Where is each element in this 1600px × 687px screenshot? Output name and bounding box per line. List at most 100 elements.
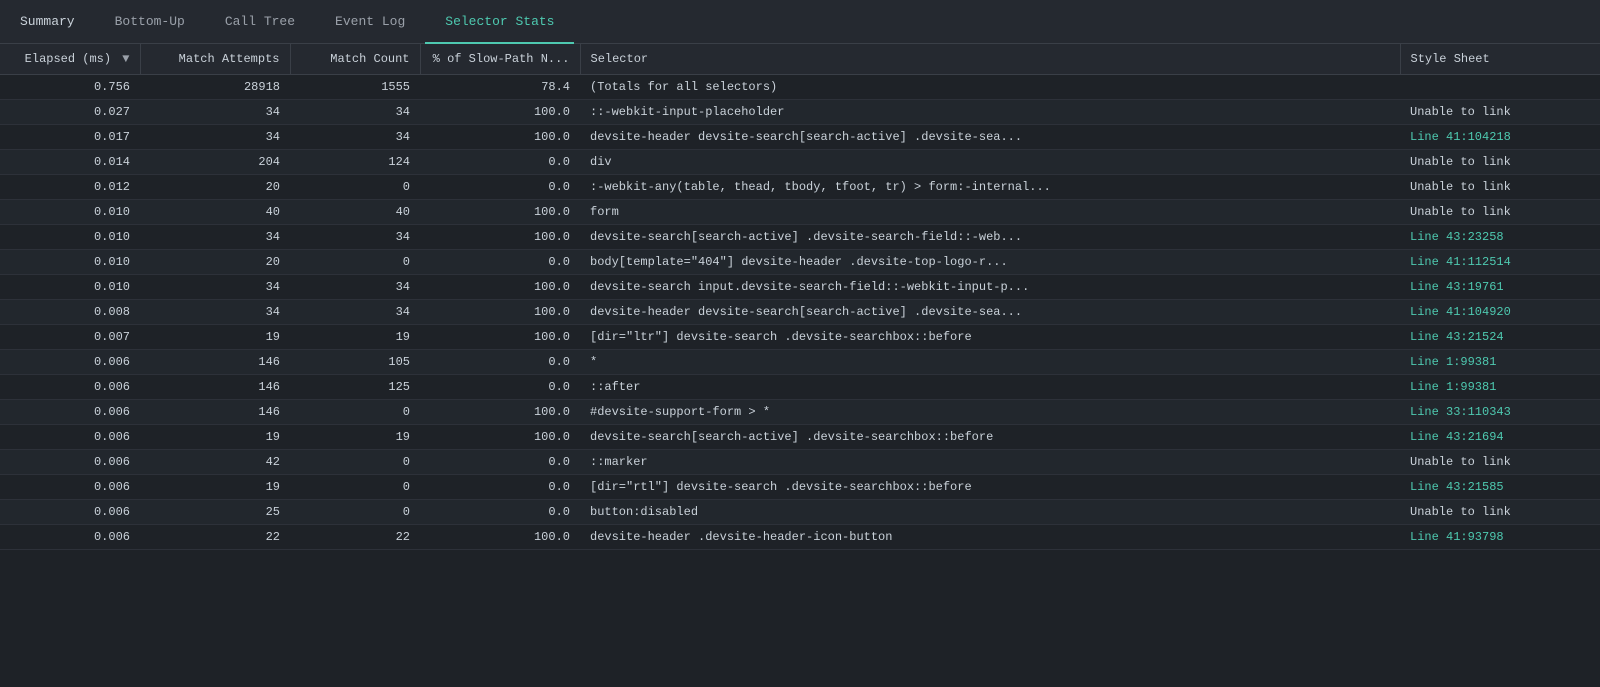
cell-match-count: 0 <box>290 475 420 500</box>
table-row: 0.0062222100.0devsite-header .devsite-he… <box>0 525 1600 550</box>
cell-selector: form <box>580 200 1400 225</box>
col-elapsed-label: Elapsed (ms) <box>25 52 111 66</box>
table-row: 0.0103434100.0devsite-search[search-acti… <box>0 225 1600 250</box>
cell-match-count: 19 <box>290 325 420 350</box>
cell-selector: devsite-search[search-active] .devsite-s… <box>580 225 1400 250</box>
cell-stylesheet: Unable to link <box>1400 100 1600 125</box>
col-header-elapsed[interactable]: Elapsed (ms) ▼ <box>0 44 140 75</box>
cell-stylesheet: Unable to link <box>1400 150 1600 175</box>
cell-selector: devsite-search input.devsite-search-fiel… <box>580 275 1400 300</box>
col-header-slow-path[interactable]: % of Slow-Path N... <box>420 44 580 75</box>
tab-summary[interactable]: Summary <box>0 0 95 44</box>
table-row: 0.0061461250.0::afterLine 1:99381 <box>0 375 1600 400</box>
table-row: 0.0104040100.0formUnable to link <box>0 200 1600 225</box>
tab-call-tree[interactable]: Call Tree <box>205 0 315 44</box>
cell-match-count: 40 <box>290 200 420 225</box>
cell-elapsed: 0.006 <box>0 350 140 375</box>
cell-stylesheet[interactable]: Line 33:110343 <box>1400 400 1600 425</box>
cell-selector: devsite-header devsite-search[search-act… <box>580 300 1400 325</box>
cell-stylesheet: Unable to link <box>1400 200 1600 225</box>
cell-match-attempts: 34 <box>140 225 290 250</box>
cell-stylesheet[interactable]: Line 43:21585 <box>1400 475 1600 500</box>
table-row: 0.0083434100.0devsite-header devsite-sea… <box>0 300 1600 325</box>
tab-summary-label: Summary <box>20 14 75 29</box>
table-body: 0.75628918155578.4(Totals for all select… <box>0 75 1600 550</box>
tab-selector-stats-label: Selector Stats <box>445 14 554 29</box>
cell-selector: (Totals for all selectors) <box>580 75 1400 100</box>
selector-stats-table: Elapsed (ms) ▼ Match Attempts Match Coun… <box>0 44 1600 550</box>
tab-selector-stats[interactable]: Selector Stats <box>425 0 574 44</box>
table-row: 0.0122000.0:-webkit-any(table, thead, tb… <box>0 175 1600 200</box>
cell-match-attempts: 19 <box>140 475 290 500</box>
cell-elapsed: 0.010 <box>0 250 140 275</box>
cell-elapsed: 0.756 <box>0 75 140 100</box>
cell-stylesheet[interactable]: Line 43:21694 <box>1400 425 1600 450</box>
col-slow-path-label: % of Slow-Path N... <box>433 52 570 66</box>
cell-elapsed: 0.006 <box>0 525 140 550</box>
cell-slow-path: 78.4 <box>420 75 580 100</box>
cell-selector: body[template="404"] devsite-header .dev… <box>580 250 1400 275</box>
cell-stylesheet[interactable]: Line 41:104920 <box>1400 300 1600 325</box>
table-row: 0.0064200.0::markerUnable to link <box>0 450 1600 475</box>
cell-match-attempts: 34 <box>140 125 290 150</box>
cell-stylesheet[interactable]: Line 1:99381 <box>1400 350 1600 375</box>
cell-stylesheet[interactable]: Line 43:23258 <box>1400 225 1600 250</box>
cell-match-attempts: 19 <box>140 425 290 450</box>
cell-elapsed: 0.006 <box>0 400 140 425</box>
cell-stylesheet: Unable to link <box>1400 175 1600 200</box>
cell-elapsed: 0.027 <box>0 100 140 125</box>
cell-match-count: 105 <box>290 350 420 375</box>
cell-slow-path: 0.0 <box>420 450 580 475</box>
cell-stylesheet[interactable]: Line 43:21524 <box>1400 325 1600 350</box>
app-container: Summary Bottom-Up Call Tree Event Log Se… <box>0 0 1600 687</box>
cell-selector: :-webkit-any(table, thead, tbody, tfoot,… <box>580 175 1400 200</box>
cell-stylesheet[interactable]: Line 41:93798 <box>1400 525 1600 550</box>
cell-slow-path: 100.0 <box>420 400 580 425</box>
cell-selector: div <box>580 150 1400 175</box>
col-header-match-count[interactable]: Match Count <box>290 44 420 75</box>
col-match-attempts-label: Match Attempts <box>179 52 280 66</box>
tab-call-tree-label: Call Tree <box>225 14 295 29</box>
table-row: 0.0062500.0button:disabledUnable to link <box>0 500 1600 525</box>
col-header-stylesheet[interactable]: Style Sheet <box>1400 44 1600 75</box>
cell-slow-path: 100.0 <box>420 525 580 550</box>
cell-slow-path: 0.0 <box>420 175 580 200</box>
cell-selector: devsite-header .devsite-header-icon-butt… <box>580 525 1400 550</box>
cell-stylesheet[interactable]: Line 41:112514 <box>1400 250 1600 275</box>
cell-match-attempts: 20 <box>140 250 290 275</box>
cell-selector: #devsite-support-form > * <box>580 400 1400 425</box>
tab-bottom-up[interactable]: Bottom-Up <box>95 0 205 44</box>
cell-elapsed: 0.010 <box>0 225 140 250</box>
cell-slow-path: 0.0 <box>420 475 580 500</box>
cell-match-count: 124 <box>290 150 420 175</box>
cell-slow-path: 0.0 <box>420 250 580 275</box>
table-row: 0.0071919100.0[dir="ltr"] devsite-search… <box>0 325 1600 350</box>
cell-match-count: 34 <box>290 275 420 300</box>
cell-match-attempts: 34 <box>140 100 290 125</box>
cell-selector: [dir="ltr"] devsite-search .devsite-sear… <box>580 325 1400 350</box>
cell-stylesheet[interactable]: Line 41:104218 <box>1400 125 1600 150</box>
col-match-count-label: Match Count <box>330 52 409 66</box>
cell-slow-path: 0.0 <box>420 350 580 375</box>
cell-elapsed: 0.010 <box>0 200 140 225</box>
cell-match-attempts: 20 <box>140 175 290 200</box>
table-row: 0.75628918155578.4(Totals for all select… <box>0 75 1600 100</box>
cell-stylesheet: Unable to link <box>1400 450 1600 475</box>
tab-event-log[interactable]: Event Log <box>315 0 425 44</box>
cell-selector: ::marker <box>580 450 1400 475</box>
cell-slow-path: 100.0 <box>420 100 580 125</box>
cell-slow-path: 0.0 <box>420 150 580 175</box>
cell-stylesheet: Unable to link <box>1400 500 1600 525</box>
cell-selector: button:disabled <box>580 500 1400 525</box>
cell-match-attempts: 25 <box>140 500 290 525</box>
table-header-row: Elapsed (ms) ▼ Match Attempts Match Coun… <box>0 44 1600 75</box>
col-header-match-attempts[interactable]: Match Attempts <box>140 44 290 75</box>
cell-match-count: 34 <box>290 100 420 125</box>
table-row: 0.0061919100.0devsite-search[search-acti… <box>0 425 1600 450</box>
cell-stylesheet[interactable]: Line 1:99381 <box>1400 375 1600 400</box>
cell-match-count: 0 <box>290 500 420 525</box>
cell-match-count: 34 <box>290 125 420 150</box>
col-header-selector[interactable]: Selector <box>580 44 1400 75</box>
cell-stylesheet[interactable]: Line 43:19761 <box>1400 275 1600 300</box>
table-row: 0.0061461050.0*Line 1:99381 <box>0 350 1600 375</box>
